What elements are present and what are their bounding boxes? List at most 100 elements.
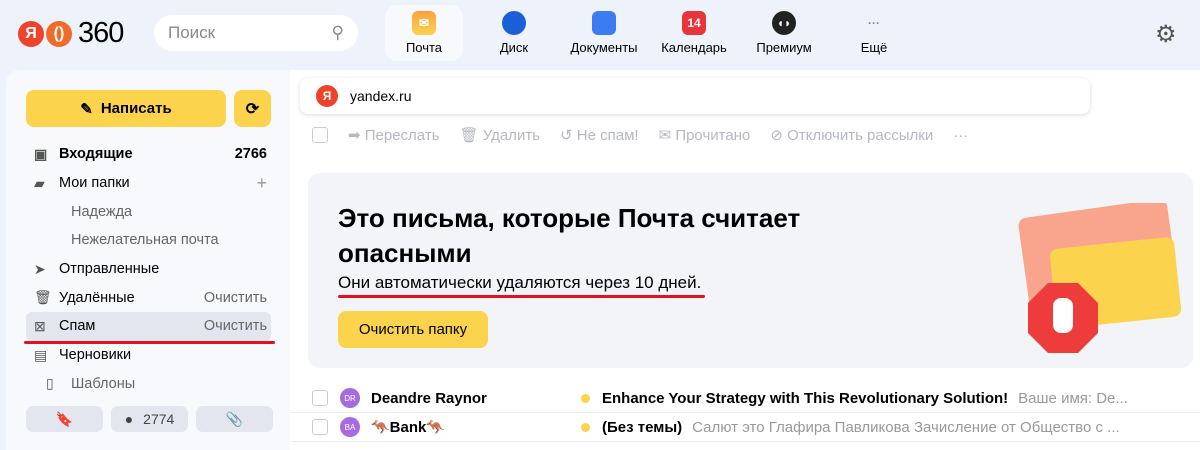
sidebar: ✎ Написать ⟳ ▣ Входящие 2766 ▰ Мои папки + На… [6, 70, 290, 450]
select-all-checkbox[interactable] [312, 127, 328, 143]
message-preview: Салют это Глафира Павликова Зачисление о… [692, 418, 1120, 436]
more-button[interactable]: ··· [953, 127, 968, 144]
drafts-icon: ▤ [34, 346, 48, 363]
calendar-date: 14 [687, 16, 701, 30]
edit-icon: ✎ [80, 100, 93, 118]
delete-button[interactable]: 🗑 Удалить [460, 126, 541, 144]
spam-icon: ⊠ [34, 317, 46, 334]
folder-inbox[interactable]: ▣ Входящие 2766 [26, 140, 271, 169]
address-bar[interactable]: Яyandex.ru [300, 78, 1090, 114]
app-label: Премиум [756, 40, 812, 55]
message-checkbox[interactable] [312, 390, 328, 406]
folder-label: Отправленные [59, 261, 160, 278]
refresh-icon: ⟳ [245, 100, 260, 118]
folder-icon: ▰ [34, 174, 45, 191]
clear-deleted-button[interactable]: Очистить [204, 290, 271, 306]
attachments-button[interactable]: 📎 [196, 406, 273, 432]
app-documents[interactable]: Документы [559, 5, 649, 61]
unread-dot[interactable] [581, 393, 590, 403]
app-label: Диск [499, 40, 529, 55]
message-sender: 🦘Bank🦘 [371, 419, 446, 436]
message-row[interactable]: BA 🦘Bank🦘 (Без темы) Салют это Глафира П… [290, 413, 1200, 442]
folder-count: 2766 [234, 146, 267, 163]
disk-icon [502, 11, 526, 35]
unread-button[interactable]: ● 2774 [111, 406, 188, 432]
add-folder-button[interactable]: + [256, 173, 271, 194]
ya-logo-icon: Я [18, 20, 44, 47]
app-more[interactable]: ··· Ещё [829, 5, 919, 61]
search-icon[interactable]: ⚲ [332, 23, 344, 43]
unread-dot[interactable] [581, 422, 590, 432]
app-label: Почта [405, 40, 443, 55]
search-input[interactable]: Поиск ⚲ [154, 15, 358, 51]
folder-nadezhda[interactable]: Надежда [26, 197, 271, 226]
avatar: DR [340, 388, 360, 408]
folder-my-folders[interactable]: ▰ Мои папки + [26, 169, 271, 198]
message-subject: Enhance Your Strategy with This Revoluti… [602, 389, 1009, 407]
mark-read-button[interactable]: ✉ Прочитано [659, 126, 751, 144]
app-disk[interactable]: Диск [469, 5, 559, 61]
folder-label: Нежелательная почта [71, 232, 219, 249]
trash-icon: 🗑 [34, 289, 52, 306]
yandex-360-logo[interactable]: Я () 360 [18, 17, 124, 50]
bookmarks-button[interactable]: 🔖 [26, 406, 103, 432]
folder-label: Мои папки [59, 175, 130, 192]
message-preview: Ваше имя: De... [1018, 389, 1128, 407]
app-mail[interactable]: ✉ Почта [385, 5, 463, 61]
message-row[interactable]: DR Deandre Raynor Enhance Your Strategy … [290, 384, 1200, 413]
folder-label: Удалённые [59, 289, 135, 306]
app-premium[interactable]: ◖◗ Премиум [739, 5, 829, 61]
forward-button[interactable]: ➡ Переслать [348, 126, 440, 144]
search-placeholder: Поиск [168, 23, 216, 42]
folder-label: Шаблоны [71, 375, 136, 392]
settings-gear-icon[interactable]: ⚙ [1155, 20, 1177, 49]
banner-subtitle: Они автоматически удаляются через 10 дне… [338, 273, 706, 298]
compose-label: Написать [100, 100, 172, 117]
spam-info-banner: Это письма, которые Почта считает опасны… [308, 173, 1193, 368]
banner-title: Это письма, которые Почта считает опасны… [338, 203, 801, 268]
folder-deleted[interactable]: 🗑 Удалённые Очистить [26, 283, 271, 312]
unsubscribe-button[interactable]: ⊘ Отключить рассылки [770, 126, 933, 144]
unread-count: 2774 [143, 411, 175, 427]
360-logo-icon: () [46, 20, 72, 47]
bookmark-icon: 🔖 [55, 410, 74, 427]
stop-hand-illustration [1018, 203, 1182, 353]
not-spam-button[interactable]: ↺ Не спам! [560, 126, 639, 144]
app-label: Ещё [860, 40, 888, 55]
address-text: yandex.ru [350, 88, 412, 104]
paperclip-icon: 📎 [225, 410, 244, 427]
ya-icon: Я [316, 85, 338, 107]
message-sender: Deandre Raynor [371, 389, 487, 407]
folder-label: Черновики [59, 347, 132, 364]
folder-label: Входящие [59, 146, 133, 163]
refresh-button[interactable]: ⟳ [234, 90, 271, 127]
more-icon: ··· [868, 16, 880, 30]
top-bar: Я () 360 Поиск ⚲ ✉ Почта Диск Документы 14… [0, 0, 1200, 68]
message-checkbox[interactable] [312, 419, 328, 435]
calendar-icon: 14 [682, 11, 706, 35]
folder-spam[interactable]: ⊠ Спам Очистить [24, 312, 275, 344]
folder-drafts[interactable]: ▤ Черновики [26, 341, 271, 370]
clear-spam-button[interactable]: Очистить [204, 318, 271, 334]
inbox-icon: ▣ [34, 145, 48, 162]
premium-icon: ◖◗ [772, 11, 796, 35]
app-label: Календарь [661, 40, 727, 55]
message-subject: (Без темы) [602, 418, 683, 436]
logo-text: 360 [78, 17, 124, 49]
folder-templates[interactable]: ▯ Шаблоны [26, 370, 271, 399]
folder-label: Надежда [71, 203, 133, 220]
folder-label: Спам [59, 318, 96, 335]
send-icon: ➤ [34, 260, 46, 277]
compose-button[interactable]: ✎ Написать [26, 90, 226, 127]
dot-icon: ● [124, 411, 134, 427]
mail-icon: ✉ [412, 11, 436, 35]
highlight-underline [338, 295, 706, 298]
avatar: BA [340, 417, 360, 437]
documents-icon [592, 11, 616, 35]
clear-folder-button[interactable]: Очистить папку [338, 311, 488, 348]
folder-junk[interactable]: Нежелательная почта [26, 226, 271, 255]
app-calendar[interactable]: 14 Календарь [649, 5, 739, 61]
folder-sent[interactable]: ➤ Отправленные [26, 255, 271, 284]
toolbar: ➡ Переслать 🗑 Удалить ↺ Не спам! ✉ Прочи… [312, 126, 968, 144]
main-content: Яyandex.ru ➡ Переслать 🗑 Удалить ↺ Не сп… [290, 70, 1200, 450]
